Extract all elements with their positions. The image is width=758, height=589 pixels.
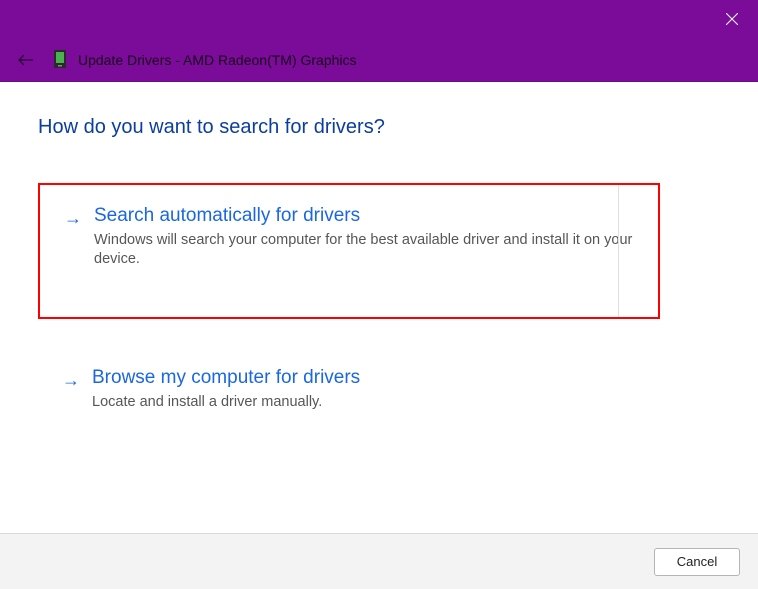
option-description: Windows will search your computer for th… — [94, 231, 634, 269]
arrow-right-icon: → — [64, 205, 82, 269]
close-button[interactable] — [710, 4, 754, 34]
option-description: Locate and install a driver manually. — [92, 393, 632, 412]
option-title: Browse my computer for drivers — [92, 367, 636, 389]
close-icon — [726, 13, 738, 25]
option-text: Search automatically for drivers Windows… — [94, 205, 634, 269]
page-heading: How do you want to search for drivers? — [38, 116, 720, 139]
content-area: How do you want to search for drivers? →… — [0, 82, 758, 533]
back-arrow-icon — [18, 53, 34, 67]
device-icon — [54, 50, 68, 70]
header-title: Update Drivers - AMD Radeon(TM) Graphics — [78, 52, 357, 68]
option-browse-computer[interactable]: → Browse my computer for drivers Locate … — [38, 347, 660, 440]
arrow-right-icon: → — [62, 367, 80, 412]
titlebar — [0, 0, 758, 38]
option-title: Search automatically for drivers — [94, 205, 634, 227]
cancel-button[interactable]: Cancel — [654, 548, 740, 576]
back-button[interactable] — [18, 53, 34, 67]
header-bar: Update Drivers - AMD Radeon(TM) Graphics — [0, 38, 758, 82]
option-text: Browse my computer for drivers Locate an… — [92, 367, 636, 412]
header-title-group: Update Drivers - AMD Radeon(TM) Graphics — [54, 50, 357, 70]
option-search-automatically[interactable]: → Search automatically for drivers Windo… — [38, 183, 660, 319]
footer-bar: Cancel — [0, 533, 758, 589]
